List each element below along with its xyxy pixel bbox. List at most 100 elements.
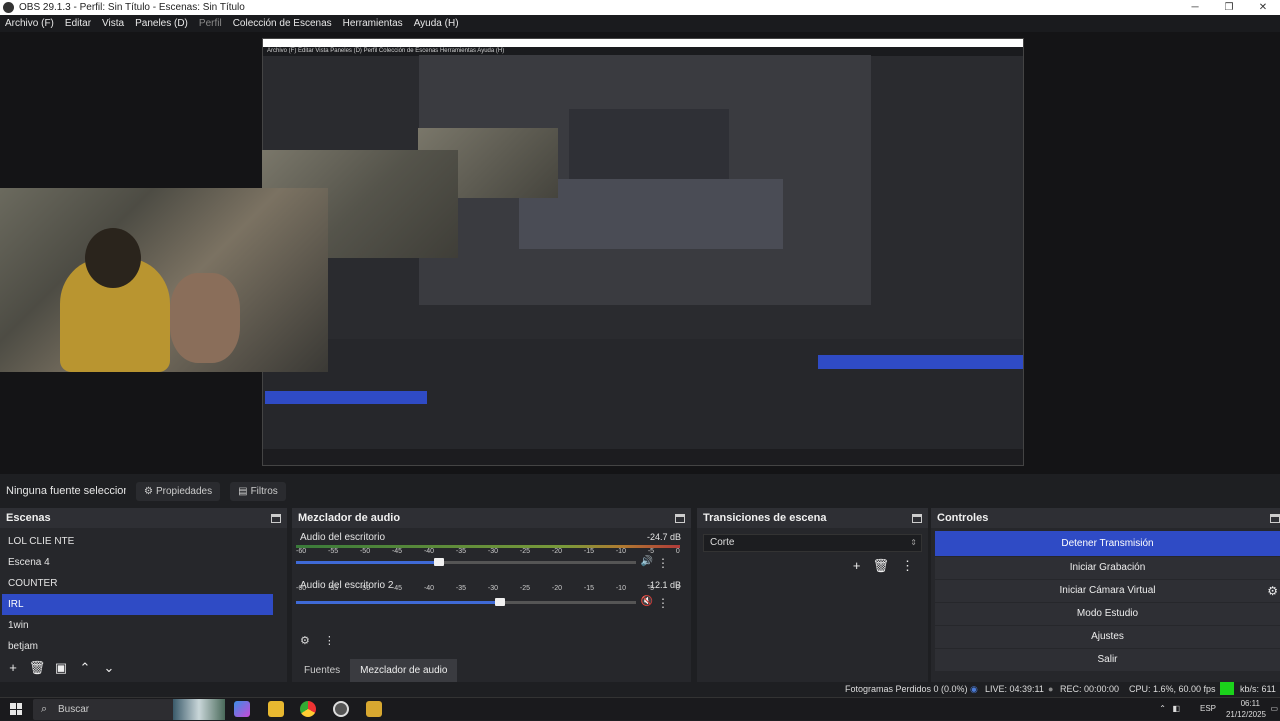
- menu-paneles[interactable]: Paneles (D): [135, 18, 188, 29]
- dock-tabs: Fuentes Mezclador de audio: [294, 659, 458, 682]
- mixer-settings-icon[interactable]: ⚙: [300, 634, 310, 647]
- status-bar: Fotogramas Perdidos 0 (0.0%) ◉ LIVE: 04:…: [0, 682, 1280, 696]
- obs-icon[interactable]: [333, 701, 349, 717]
- tick: -50: [359, 548, 371, 555]
- nested-title-bar: [263, 39, 1023, 47]
- chevron-down-icon[interactable]: ⌄: [100, 660, 118, 676]
- minimize-icon[interactable]: ─: [1178, 0, 1212, 15]
- scene-item[interactable]: COUNTER: [0, 573, 287, 594]
- scene-item-selected[interactable]: IRL: [2, 594, 273, 615]
- studio-mode-button[interactable]: Modo Estudio: [935, 603, 1280, 625]
- volume-slider[interactable]: [296, 558, 636, 566]
- streamer-head: [85, 228, 141, 288]
- tick: -25: [519, 585, 531, 592]
- notification-icon[interactable]: ▭: [1270, 704, 1278, 713]
- clock-date[interactable]: 21/12/2025: [1226, 710, 1266, 719]
- start-recording-button[interactable]: Iniciar Grabación: [935, 557, 1280, 579]
- guest-figure: [170, 273, 240, 363]
- chrome-icon[interactable]: [300, 701, 316, 717]
- controls-title: Controles: [937, 512, 989, 524]
- chevron-up-icon[interactable]: ⌃: [76, 660, 94, 676]
- tick: -55: [327, 548, 339, 555]
- trash-icon[interactable]: 🗑: [872, 558, 889, 574]
- tick: -35: [455, 585, 467, 592]
- scene-item[interactable]: 1win: [0, 615, 287, 636]
- controls-panel: Controles Detener Transmisión Iniciar Gr…: [931, 508, 1280, 682]
- muted-speaker-icon[interactable]: 🔇: [641, 596, 653, 607]
- network-icon[interactable]: ◧: [1172, 704, 1180, 713]
- taskbar-search[interactable]: ⌕ Buscar: [33, 699, 225, 720]
- volume-slider[interactable]: [296, 598, 636, 606]
- trash-icon[interactable]: 🗑: [28, 660, 46, 676]
- menu-perfil[interactable]: Perfil: [199, 18, 222, 29]
- tab-fuentes[interactable]: Fuentes: [294, 659, 350, 682]
- search-icon: ⌕: [41, 703, 48, 715]
- language-indicator[interactable]: ESP: [1200, 704, 1216, 713]
- tick: -40: [423, 548, 435, 555]
- menu-herramientas[interactable]: Herramientas: [343, 18, 403, 29]
- undock-icon[interactable]: [1270, 513, 1280, 523]
- menu-bar: Archivo (F) Editar Vista Paneles (D) Per…: [0, 15, 1280, 32]
- transitions-panel: Transiciones de escena Corte ⇕ + 🗑 ⋮: [697, 508, 931, 682]
- menu-archivo[interactable]: Archivo (F): [5, 18, 54, 29]
- copilot-icon[interactable]: [234, 701, 250, 717]
- undock-icon[interactable]: [675, 513, 685, 523]
- stop-stream-button[interactable]: Detener Transmisión: [935, 531, 1280, 556]
- tick: -10: [615, 585, 626, 592]
- slider-knob[interactable]: [495, 598, 505, 606]
- filter-icon[interactable]: ▣: [52, 660, 70, 676]
- gear-icon[interactable]: ⚙: [1267, 580, 1278, 602]
- add-icon[interactable]: +: [4, 660, 22, 676]
- nested-selected-scene: [265, 391, 427, 404]
- settings-button[interactable]: Ajustes: [935, 626, 1280, 648]
- preview-canvas[interactable]: Archivo (F) Editar Vista Paneles (D) Per…: [0, 32, 1280, 474]
- exit-button[interactable]: Salir: [935, 649, 1280, 671]
- tick: -10: [615, 548, 626, 555]
- tick: -15: [583, 548, 594, 555]
- mixer-header: Mezclador de audio: [292, 508, 691, 528]
- nested-deeper-capture: [569, 109, 729, 189]
- scene-item[interactable]: Escena 4: [0, 552, 287, 573]
- filters-button[interactable]: ▤ Filtros: [230, 481, 286, 501]
- app-icon[interactable]: [366, 701, 382, 717]
- menu-vista[interactable]: Vista: [102, 18, 124, 29]
- slider-knob[interactable]: [433, 558, 444, 566]
- undock-icon[interactable]: [271, 513, 281, 523]
- transitions-toolbar: + 🗑 ⋮: [697, 558, 928, 574]
- properties-button[interactable]: ⚙ Propiedades: [136, 481, 221, 501]
- scene-item[interactable]: betjam: [0, 636, 287, 657]
- no-source-label: Ninguna fuente seleccionac: [6, 485, 126, 497]
- more-icon[interactable]: ⋮: [657, 556, 669, 570]
- bitrate: kb/s: 611: [1240, 684, 1276, 694]
- meter-ticks: -60 -55 -50 -45 -40 -35 -30 -25 -20 -15 -10 -5 0: [296, 548, 680, 555]
- rec-icon: ●: [1048, 684, 1054, 694]
- file-explorer-icon[interactable]: [268, 701, 284, 717]
- transitions-title: Transiciones de escena: [703, 512, 827, 524]
- more-icon[interactable]: ⋮: [324, 634, 335, 647]
- tick: -60: [296, 548, 307, 555]
- nested-deep-panels: [519, 179, 783, 249]
- add-icon[interactable]: +: [853, 558, 861, 574]
- title-bar: OBS 29.1.3 - Perfil: Sin Título - Escena…: [0, 0, 1280, 15]
- scene-item[interactable]: LOL CLIE NTE: [0, 531, 287, 552]
- restore-icon[interactable]: ❐: [1212, 0, 1246, 15]
- clock-time[interactable]: 06:11: [1241, 699, 1260, 708]
- filters-label: Filtros: [250, 485, 278, 497]
- mixer-track: Audio del escritorio -24.7 dB -60 -55 -50-…: [292, 528, 691, 576]
- menu-ayuda[interactable]: Ayuda (H): [414, 18, 459, 29]
- more-icon[interactable]: ⋮: [657, 596, 669, 610]
- chevron-up-icon[interactable]: ⌃: [1159, 704, 1166, 713]
- menu-coleccion[interactable]: Colección de Escenas: [233, 18, 332, 29]
- speaker-icon[interactable]: 🔊: [641, 556, 653, 567]
- virtual-camera-button[interactable]: Iniciar Cámara Virtual ⚙: [935, 580, 1280, 602]
- undock-icon[interactable]: [912, 513, 922, 523]
- close-icon[interactable]: ✕: [1246, 0, 1280, 15]
- search-highlight-art: [173, 699, 225, 720]
- slider-fill: [296, 561, 439, 564]
- windows-start-icon[interactable]: [10, 703, 22, 715]
- tick: 0: [675, 548, 680, 555]
- transition-select[interactable]: Corte ⇕: [703, 534, 922, 552]
- menu-editar[interactable]: Editar: [65, 18, 91, 29]
- tab-mezclador[interactable]: Mezclador de audio: [350, 659, 458, 682]
- more-icon[interactable]: ⋮: [901, 558, 914, 574]
